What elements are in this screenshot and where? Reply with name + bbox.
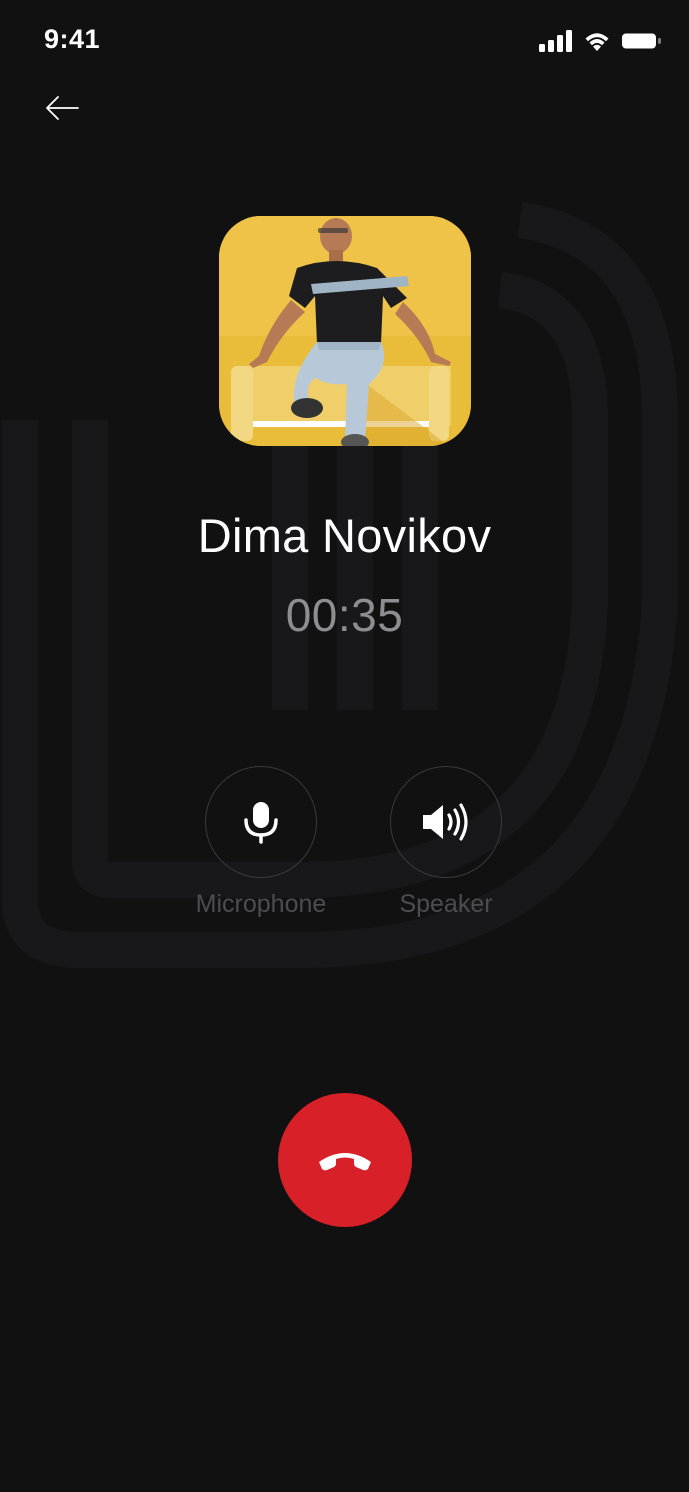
- caller-photo: [219, 216, 471, 446]
- status-bar: 9:41: [0, 0, 689, 84]
- microphone-control: Microphone: [191, 766, 331, 919]
- back-button[interactable]: [40, 88, 84, 128]
- caller-name: Dima Novikov: [197, 509, 492, 562]
- speaker-label: Speaker: [399, 890, 493, 918]
- caller-avatar: [219, 216, 471, 446]
- phone-hangup-icon: [319, 1153, 371, 1171]
- battery-icon: [622, 33, 661, 49]
- signal-icon: [539, 30, 572, 52]
- speaker-control: Speaker: [376, 766, 516, 919]
- status-time: 9:41: [44, 24, 101, 54]
- speaker-button[interactable]: [390, 766, 502, 878]
- microphone-label: Microphone: [195, 890, 327, 918]
- wifi-icon: [585, 33, 609, 51]
- speaker-icon: [423, 803, 468, 841]
- end-call-button[interactable]: [278, 1093, 412, 1227]
- arrow-left-icon: [46, 96, 79, 120]
- microphone-button[interactable]: [205, 766, 317, 878]
- status-icons: [539, 30, 663, 52]
- call-duration: 00:35: [285, 589, 404, 641]
- microphone-icon: [244, 802, 278, 844]
